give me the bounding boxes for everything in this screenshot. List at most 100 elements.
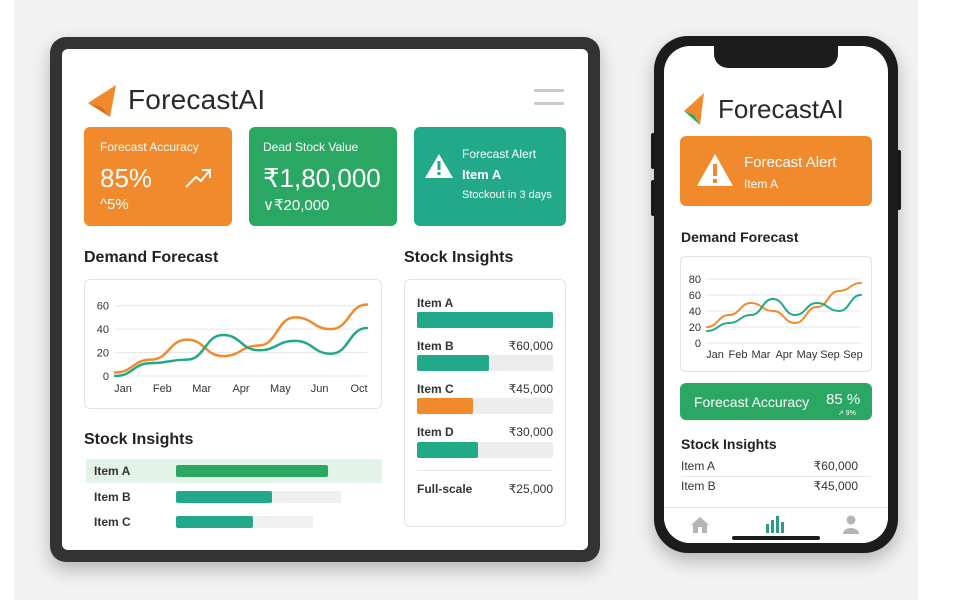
stock-insights-title: Stock Insights xyxy=(84,431,194,448)
divider xyxy=(681,476,871,477)
x-tick-label: Jan xyxy=(706,349,724,361)
item-value: ₹60,000 xyxy=(508,339,553,353)
progress-fill xyxy=(417,442,479,458)
item-label: Item A xyxy=(94,464,131,478)
item-value: ₹60,000 xyxy=(813,459,858,473)
list-item[interactable]: Item C xyxy=(86,510,382,534)
tablet-screen: ForecastAI Forecast Accuracy 85% ^5% Dea… xyxy=(62,49,588,550)
demand-forecast-title: Demand Forecast xyxy=(84,249,219,266)
x-tick-label: Feb xyxy=(729,349,748,361)
item-label: Item C xyxy=(94,515,131,529)
x-tick-label: Mar xyxy=(752,349,771,361)
x-tick-label: Jun xyxy=(311,383,329,395)
x-tick-label: May xyxy=(797,349,818,361)
kpi-change: ^5% xyxy=(100,196,129,213)
item-label: Item D xyxy=(417,425,454,439)
progress-track xyxy=(417,398,553,414)
hamburger-icon[interactable] xyxy=(534,89,564,109)
series-line-2 xyxy=(706,294,862,332)
stock-insights-panel: Item A Item B ₹60,000 Item C ₹45,000 Ite… xyxy=(404,279,566,527)
kpi-value: 85% xyxy=(100,163,153,193)
x-tick-label: Apr xyxy=(232,383,249,395)
kpi-value: ₹1,80,000 xyxy=(263,163,381,193)
series-line-1 xyxy=(706,282,862,328)
kpi-title: Dead Stock Value xyxy=(263,140,359,154)
footer-label: Full-scale xyxy=(417,482,473,496)
item-label: Item B xyxy=(94,490,131,504)
warning-icon xyxy=(425,154,453,178)
trend-up-icon xyxy=(185,169,211,188)
progress-fill xyxy=(417,355,490,371)
accuracy-value: 85 % xyxy=(826,391,861,408)
page-background: ForecastAI Forecast Accuracy 85% ^5% Dea… xyxy=(14,0,918,600)
forecast-accuracy-card[interactable]: Forecast Accuracy 85 % ↗ 9% xyxy=(680,383,872,420)
y-tick-label: 40 xyxy=(689,306,701,318)
forecast-alert-card[interactable]: Forecast Alert Item A Stockout in 3 days xyxy=(414,127,566,226)
demand-forecast-panel: 0 20 40 60 Jan Feb Mar Apr May Jun Oct xyxy=(84,279,382,409)
phone-notch xyxy=(714,46,838,68)
kpi-change: ∨₹20,000 xyxy=(263,197,330,214)
alert-item: Item A xyxy=(462,167,502,182)
alert-title: Forecast Alert xyxy=(462,147,537,161)
brand-name: ForecastAI xyxy=(128,84,266,115)
item-value: ₹45,000 xyxy=(508,382,553,396)
forecast-alert-card[interactable]: Forecast Alert Item A xyxy=(680,136,872,206)
item-value: ₹30,000 xyxy=(508,425,553,439)
progress-track xyxy=(176,465,328,477)
stock-insights-title: Stock Insights xyxy=(404,249,514,266)
demand-forecast-chart: 020406080Jan Feb Mar Apr May Sep Sep xyxy=(689,274,863,361)
progress-track xyxy=(417,355,553,371)
demand-forecast-panel: 0 20 40 60 80 Jan Feb Mar Apr May Sep Sep xyxy=(680,256,872,372)
item-label: Item A xyxy=(417,296,454,310)
y-tick-label: 20 xyxy=(689,322,701,334)
y-tick-label: 20 xyxy=(97,348,109,360)
bar-chart-icon[interactable] xyxy=(764,514,784,534)
alert-item: Item A xyxy=(744,177,779,191)
item-label: Item A xyxy=(681,459,716,473)
item-label: Item B xyxy=(681,479,716,493)
phone-device: ForecastAI Forecast Alert Item A Demand … xyxy=(654,36,898,553)
user-icon[interactable] xyxy=(842,515,860,534)
progress-track xyxy=(176,516,313,528)
x-tick-label: Feb xyxy=(153,383,172,395)
dead-stock-card[interactable]: Dead Stock Value ₹1,80,000 ∨₹20,000 xyxy=(249,127,397,226)
app-logo: ForecastAI xyxy=(682,91,844,127)
x-tick-label: May xyxy=(270,383,291,395)
home-icon[interactable] xyxy=(690,516,710,534)
progress-track xyxy=(417,442,553,458)
app-logo: ForecastAI xyxy=(86,83,265,117)
x-tick-label: Apr xyxy=(775,349,792,361)
warning-icon xyxy=(697,154,733,186)
y-tick-label: 40 xyxy=(97,324,109,336)
y-tick-label: 80 xyxy=(689,274,701,286)
phone-screen: ForecastAI Forecast Alert Item A Demand … xyxy=(664,46,888,543)
y-tick-label: 60 xyxy=(97,301,109,313)
stock-insights-title: Stock Insights xyxy=(681,436,777,452)
progress-fill xyxy=(417,312,553,328)
divider xyxy=(417,470,553,471)
progress-track xyxy=(176,491,341,503)
tablet-device: ForecastAI Forecast Accuracy 85% ^5% Dea… xyxy=(50,37,600,562)
progress-fill xyxy=(417,398,473,414)
forecast-accuracy-card[interactable]: Forecast Accuracy 85% ^5% xyxy=(84,127,232,226)
y-tick-label: 60 xyxy=(689,290,701,302)
kpi-title: Forecast Accuracy xyxy=(100,140,199,154)
x-tick-label: Oct xyxy=(350,383,367,395)
alert-detail: Stockout in 3 days xyxy=(462,189,552,201)
list-item[interactable]: Item B xyxy=(86,485,382,509)
progress-fill xyxy=(176,465,328,477)
list-item[interactable]: Item A xyxy=(86,459,382,483)
logo-icon xyxy=(88,85,116,117)
item-value: ₹45,000 xyxy=(813,479,858,493)
x-tick-label: Sep xyxy=(820,349,840,361)
progress-fill xyxy=(176,491,272,503)
home-indicator xyxy=(732,536,820,540)
progress-track xyxy=(417,312,553,328)
alert-title: Forecast Alert xyxy=(744,154,837,171)
demand-forecast-chart: 0 20 40 60 Jan Feb Mar Apr May Jun Oct xyxy=(97,301,369,395)
progress-fill xyxy=(176,516,253,528)
footer-value: ₹25,000 xyxy=(508,482,553,496)
y-tick-label: 0 xyxy=(695,338,701,350)
brand-name: ForecastAI xyxy=(718,93,844,124)
x-tick-label: Mar xyxy=(192,383,211,395)
